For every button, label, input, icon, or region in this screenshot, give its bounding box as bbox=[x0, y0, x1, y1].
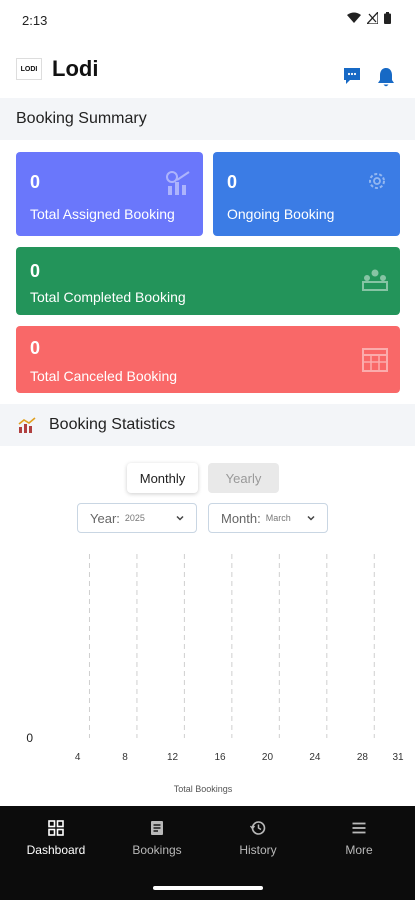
chart-x-tick-label: 31 bbox=[392, 752, 404, 763]
battery-icon bbox=[384, 12, 391, 24]
ongoing-booking-card[interactable]: 0 Ongoing Booking bbox=[213, 152, 400, 236]
app-header: LODI Lodi bbox=[0, 40, 415, 98]
card-value: 0 bbox=[30, 338, 41, 358]
wifi-icon bbox=[347, 12, 361, 23]
chart-x-tick-label: 16 bbox=[214, 752, 226, 763]
chart-x-axis-label: Total Bookings bbox=[174, 784, 233, 794]
nav-more-label: More bbox=[345, 843, 373, 857]
home-indicator bbox=[153, 886, 263, 890]
history-icon bbox=[250, 821, 266, 835]
bottom-navigation: Dashboard Bookings History More bbox=[0, 806, 415, 900]
chevron-down-icon bbox=[176, 515, 184, 521]
nav-history-label: History bbox=[239, 843, 277, 857]
card-label: Total Completed Booking bbox=[30, 289, 186, 305]
status-icons bbox=[347, 12, 391, 24]
app-logo: LODI bbox=[16, 58, 42, 80]
card-label: Total Assigned Booking bbox=[30, 206, 175, 222]
nav-history[interactable]: History bbox=[208, 820, 308, 857]
chart-x-tick-label: 4 bbox=[75, 752, 81, 763]
yearly-tab[interactable]: Yearly bbox=[208, 463, 279, 493]
chart-x-tick-label: 12 bbox=[167, 752, 179, 763]
year-select-label: Year: bbox=[90, 510, 120, 526]
card-value: 0 bbox=[30, 172, 41, 192]
month-select[interactable]: Month: March bbox=[208, 503, 328, 533]
app-title: Lodi bbox=[52, 56, 99, 81]
team-icon bbox=[362, 269, 388, 291]
card-value: 0 bbox=[227, 172, 238, 192]
signal-icon bbox=[367, 12, 378, 24]
stats-chart-icon bbox=[18, 417, 36, 433]
year-select-value: 2025 bbox=[124, 513, 145, 523]
card-label: Ongoing Booking bbox=[227, 206, 335, 222]
total-completed-card[interactable]: 0 Total Completed Booking bbox=[16, 247, 400, 315]
gear-icon bbox=[369, 173, 385, 189]
booking-statistics-header: Booking Statistics bbox=[0, 404, 415, 446]
chevron-down-icon bbox=[307, 515, 315, 521]
month-select-value: March bbox=[265, 513, 291, 523]
chart-y-tick-label: 0 bbox=[26, 731, 33, 745]
nav-dashboard[interactable]: Dashboard bbox=[6, 820, 106, 857]
year-select[interactable]: Year: 2025 bbox=[77, 503, 197, 533]
nav-bookings[interactable]: Bookings bbox=[107, 820, 207, 857]
chart-x-tick-label: 24 bbox=[309, 752, 321, 763]
total-assigned-card[interactable]: 0 Total Assigned Booking bbox=[16, 152, 203, 236]
nav-more[interactable]: More bbox=[309, 820, 409, 857]
card-value: 0 bbox=[30, 261, 41, 281]
bookings-chart: 4 8 12 16 20 24 28 31 0 Total Bookings bbox=[26, 554, 404, 794]
chat-icon[interactable] bbox=[342, 66, 362, 86]
bell-icon[interactable] bbox=[376, 66, 396, 88]
nav-bookings-label: Bookings bbox=[132, 843, 182, 857]
logo-text: LODI bbox=[20, 65, 38, 73]
status-bar: 2:13 bbox=[0, 0, 415, 40]
total-canceled-card[interactable]: 0 Total Canceled Booking bbox=[16, 326, 400, 393]
calendar-icon bbox=[362, 348, 388, 372]
chart-x-tick-label: 28 bbox=[357, 752, 369, 763]
booking-statistics-title: Booking Statistics bbox=[49, 416, 176, 433]
booking-summary-header: Booking Summary bbox=[0, 98, 415, 140]
chart-x-tick-label: 8 bbox=[122, 752, 128, 763]
status-time: 2:13 bbox=[22, 13, 48, 28]
bookings-icon bbox=[151, 821, 163, 835]
monthly-tab[interactable]: Monthly bbox=[127, 463, 198, 493]
booking-summary-title: Booking Summary bbox=[16, 110, 147, 127]
card-label: Total Canceled Booking bbox=[30, 368, 178, 384]
dashboard-icon bbox=[48, 820, 64, 836]
nav-dashboard-label: Dashboard bbox=[26, 843, 86, 857]
chart-x-tick-label: 20 bbox=[262, 752, 274, 763]
assigned-chart-icon bbox=[166, 171, 190, 195]
menu-icon bbox=[352, 822, 366, 834]
month-select-label: Month: bbox=[221, 510, 261, 526]
